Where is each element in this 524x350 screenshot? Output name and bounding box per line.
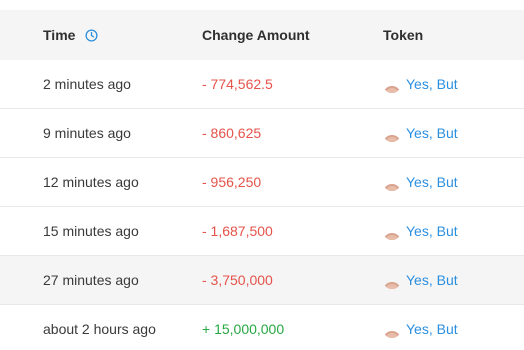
- row-change-amount: - 3,750,000: [202, 272, 273, 288]
- row-time: about 2 hours ago: [43, 321, 156, 337]
- token-link[interactable]: Yes, But: [406, 60, 458, 108]
- row-token: Yes, But: [383, 207, 458, 255]
- table-header: Time Change Amount Token: [0, 10, 524, 60]
- column-header-token: Token: [383, 27, 424, 43]
- table-row[interactable]: 9 minutes ago - 860,625 Yes, But: [0, 109, 524, 158]
- token-link[interactable]: Yes, But: [406, 256, 458, 304]
- row-token: Yes, But: [383, 305, 458, 350]
- row-time: 27 minutes ago: [43, 272, 139, 288]
- token-avatar-icon[interactable]: [383, 124, 401, 142]
- row-time: 15 minutes ago: [43, 223, 139, 239]
- row-token: Yes, But: [383, 109, 458, 157]
- token-avatar-icon[interactable]: [383, 75, 401, 93]
- row-time: 12 minutes ago: [43, 174, 139, 190]
- token-avatar-icon[interactable]: [383, 271, 401, 289]
- row-change-amount: - 1,687,500: [202, 223, 273, 239]
- table-row[interactable]: about 2 hours ago + 15,000,000 Yes, But: [0, 305, 524, 350]
- row-token: Yes, But: [383, 60, 458, 108]
- clock-icon[interactable]: [85, 29, 98, 42]
- row-change-amount: - 860,625: [202, 125, 262, 141]
- table-row[interactable]: 2 minutes ago - 774,562.5 Yes, But: [0, 60, 524, 109]
- token-avatar-icon[interactable]: [383, 173, 401, 191]
- token-link[interactable]: Yes, But: [406, 109, 458, 157]
- row-time: 2 minutes ago: [43, 76, 131, 92]
- column-header-time[interactable]: Time: [43, 10, 98, 60]
- row-change-amount: + 15,000,000: [202, 321, 285, 337]
- table-row[interactable]: 27 minutes ago - 3,750,000 Yes, But: [0, 256, 524, 305]
- row-token: Yes, But: [383, 256, 458, 304]
- column-header-time-label: Time: [43, 27, 76, 43]
- row-time: 9 minutes ago: [43, 125, 131, 141]
- row-token: Yes, But: [383, 158, 458, 206]
- token-link[interactable]: Yes, But: [406, 305, 458, 350]
- column-header-change-amount: Change Amount: [202, 27, 310, 43]
- row-change-amount: - 956,250: [202, 174, 262, 190]
- table-row[interactable]: 15 minutes ago - 1,687,500 Yes, But: [0, 207, 524, 256]
- table-row[interactable]: 12 minutes ago - 956,250 Yes, But: [0, 158, 524, 207]
- token-link[interactable]: Yes, But: [406, 207, 458, 255]
- token-link[interactable]: Yes, But: [406, 158, 458, 206]
- row-change-amount: - 774,562.5: [202, 76, 273, 92]
- changes-table: Time Change Amount Token 2 minutes ago - …: [0, 0, 524, 350]
- token-avatar-icon[interactable]: [383, 222, 401, 240]
- token-avatar-icon[interactable]: [383, 320, 401, 338]
